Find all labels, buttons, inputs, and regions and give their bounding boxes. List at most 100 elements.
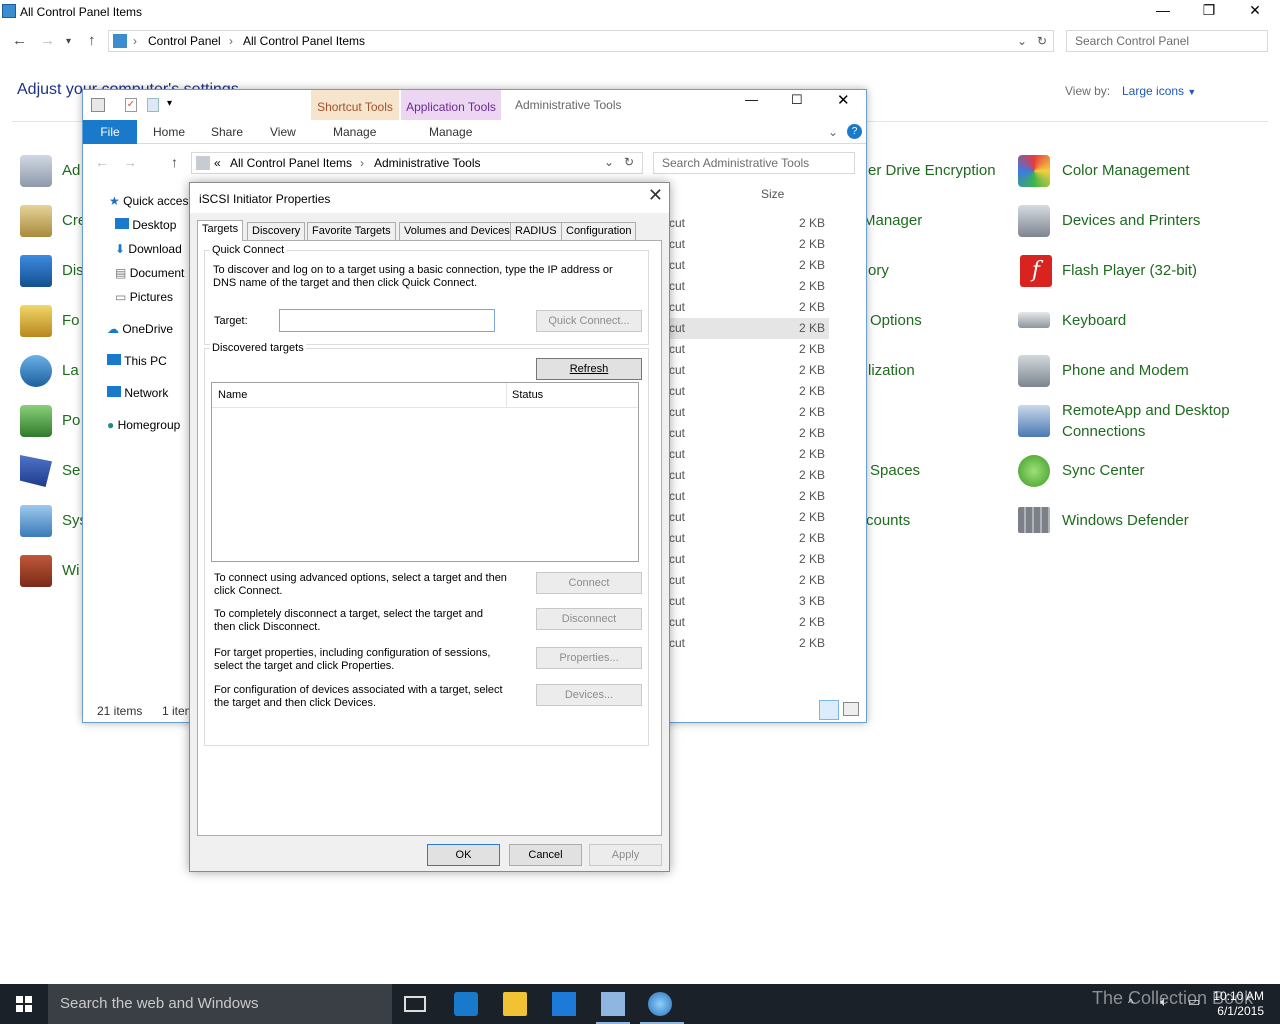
cp-item-mid-5[interactable]: lization (868, 360, 915, 381)
address-bar[interactable]: › Control Panel › All Control Panel Item… (108, 30, 1054, 52)
cp-item-keyboard[interactable]: Keyboard (1062, 310, 1126, 331)
breadcrumb-admin-tools[interactable]: Administrative Tools (374, 156, 481, 170)
nav-pictures[interactable]: ▭ Pictures (115, 290, 173, 304)
cp-item-left-3[interactable]: Dis (62, 260, 84, 281)
tab-home[interactable]: Home (153, 125, 185, 139)
back-arrow-icon[interactable]: ← (12, 32, 27, 49)
tab-configuration[interactable]: Configuration (561, 222, 637, 240)
close-button[interactable]: ✕ (648, 185, 663, 206)
cp-item-mid-1[interactable]: er Drive Encryption (868, 160, 996, 181)
file-row[interactable]: cut 2 KB (669, 486, 829, 507)
up-arrow-icon[interactable]: ↑ (171, 154, 178, 170)
control-panel-taskbar-icon[interactable] (601, 992, 625, 1016)
tab-share[interactable]: Share (211, 125, 243, 139)
file-row[interactable]: cut 2 KB (669, 528, 829, 549)
nav-downloads[interactable]: ⬇ Download (115, 242, 182, 256)
file-row[interactable]: cut 2 KB (669, 465, 829, 486)
volume-icon[interactable]: 🔈︎ (1160, 994, 1168, 1010)
address-overflow[interactable]: « (214, 156, 221, 170)
targets-list[interactable]: Name Status (211, 382, 639, 562)
tab-radius[interactable]: RADIUS (510, 222, 562, 240)
checkmark-icon[interactable]: ✓ (125, 98, 137, 112)
application-tools-tab[interactable]: Application Tools (401, 90, 501, 120)
tab-discovery[interactable]: Discovery (247, 222, 306, 240)
file-row[interactable]: cut 2 KB (669, 423, 829, 444)
new-folder-icon[interactable] (147, 98, 159, 112)
explorer-search-input[interactable]: Search Administrative Tools (653, 152, 855, 174)
nav-onedrive[interactable]: ☁ OneDrive (107, 322, 173, 336)
iscsi-taskbar-icon[interactable] (648, 992, 672, 1016)
file-row[interactable]: cut 2 KB (669, 549, 829, 570)
cp-item-mid-4[interactable]: Options (870, 310, 922, 331)
help-icon[interactable]: ? (847, 124, 862, 139)
quick-access-chevron-icon[interactable]: ▾ (167, 98, 172, 109)
breadcrumb-all-items[interactable]: All Control Panel Items (243, 34, 365, 48)
minimize-button[interactable]: — (1140, 0, 1186, 22)
cp-item-left-7[interactable]: Se (62, 460, 80, 481)
tab-manage-shortcut[interactable]: Manage (333, 125, 376, 139)
file-row[interactable]: cut 2 KB (669, 339, 829, 360)
cp-item-mid-3[interactable]: ory (868, 260, 889, 281)
cancel-button[interactable]: Cancel (509, 844, 582, 866)
nav-homegroup[interactable]: ● Homegroup (107, 418, 180, 432)
large-icons-view-icon[interactable] (843, 702, 859, 716)
nav-documents[interactable]: ▤ Document (115, 266, 184, 280)
file-explorer-icon[interactable] (503, 992, 527, 1016)
task-view-icon[interactable] (404, 996, 426, 1012)
file-row[interactable]: cut 2 KB (669, 402, 829, 423)
nav-quick-access[interactable]: ★ Quick acces (109, 194, 188, 208)
tab-targets[interactable]: Targets (197, 220, 244, 241)
file-row[interactable]: cut 2 KB (669, 381, 829, 402)
ok-button[interactable]: OK (427, 844, 500, 866)
cp-item-devices-printers[interactable]: Devices and Printers (1062, 210, 1200, 231)
maximize-button[interactable]: ❐ (1186, 0, 1232, 22)
taskbar-search-input[interactable]: Search the web and Windows (48, 984, 392, 1024)
close-button[interactable]: ✕ (837, 91, 850, 109)
cp-item-mid-6[interactable]: Spaces (870, 460, 920, 481)
cp-item-phone-modem[interactable]: Phone and Modem (1062, 360, 1189, 381)
disconnect-button[interactable]: Disconnect (536, 608, 642, 630)
file-row[interactable]: cut 2 KB (669, 297, 829, 318)
internet-explorer-icon[interactable] (454, 992, 478, 1016)
nav-this-pc[interactable]: This PC (107, 354, 167, 368)
back-arrow-icon[interactable]: ← (95, 154, 109, 170)
properties-button[interactable]: Properties... (536, 647, 642, 669)
cp-item-remoteapp[interactable]: RemoteApp and Desktop Connections (1062, 400, 1252, 442)
cp-item-color-management[interactable]: Color Management (1062, 160, 1190, 181)
file-row[interactable]: cut 2 KB (669, 234, 829, 255)
recent-chevron-icon[interactable]: ▾ (66, 36, 71, 47)
breadcrumb-all-items[interactable]: All Control Panel Items (230, 156, 352, 170)
shortcut-tools-tab[interactable]: Shortcut Tools (311, 90, 399, 120)
column-name-header[interactable]: Name (212, 383, 507, 408)
windows-start-icon[interactable] (16, 996, 32, 1012)
tab-file[interactable]: File (83, 120, 137, 144)
explorer-address-bar[interactable]: « All Control Panel Items › Administrati… (191, 152, 643, 174)
file-row[interactable]: cut 2 KB (669, 318, 829, 339)
tab-manage-application[interactable]: Manage (429, 125, 472, 139)
minimize-button[interactable]: — (745, 92, 758, 107)
search-input[interactable]: Search Control Panel (1066, 30, 1268, 52)
store-icon[interactable] (552, 992, 576, 1016)
file-row[interactable]: cut 2 KB (669, 444, 829, 465)
file-row[interactable]: cut 2 KB (669, 255, 829, 276)
close-button[interactable]: ✕ (1232, 0, 1278, 22)
details-view-icon[interactable] (819, 700, 839, 720)
file-row[interactable]: cut 2 KB (669, 507, 829, 528)
connect-button[interactable]: Connect (536, 572, 642, 594)
forward-arrow-icon[interactable]: → (123, 154, 137, 170)
nav-desktop[interactable]: Desktop (115, 218, 176, 232)
file-row[interactable]: cut 2 KB (669, 570, 829, 591)
file-row[interactable]: cut 2 KB (669, 360, 829, 381)
properties-icon[interactable] (91, 98, 105, 112)
cp-item-left-9[interactable]: Wi (62, 560, 80, 581)
file-row[interactable]: cut 3 KB (669, 591, 829, 612)
chevron-down-icon[interactable]: ⌄ (1017, 34, 1027, 48)
cp-item-mid-2[interactable]: Manager (863, 210, 922, 231)
chevron-down-icon[interactable]: ⌄ (604, 155, 614, 169)
file-row[interactable]: cut 2 KB (669, 213, 829, 234)
cp-item-left-6[interactable]: Po (62, 410, 80, 431)
maximize-button[interactable]: ☐ (791, 92, 803, 108)
refresh-button[interactable]: Refresh (536, 358, 642, 380)
up-arrow-icon[interactable]: ↑ (88, 32, 96, 49)
cp-item-left-1[interactable]: Ad (62, 160, 80, 181)
